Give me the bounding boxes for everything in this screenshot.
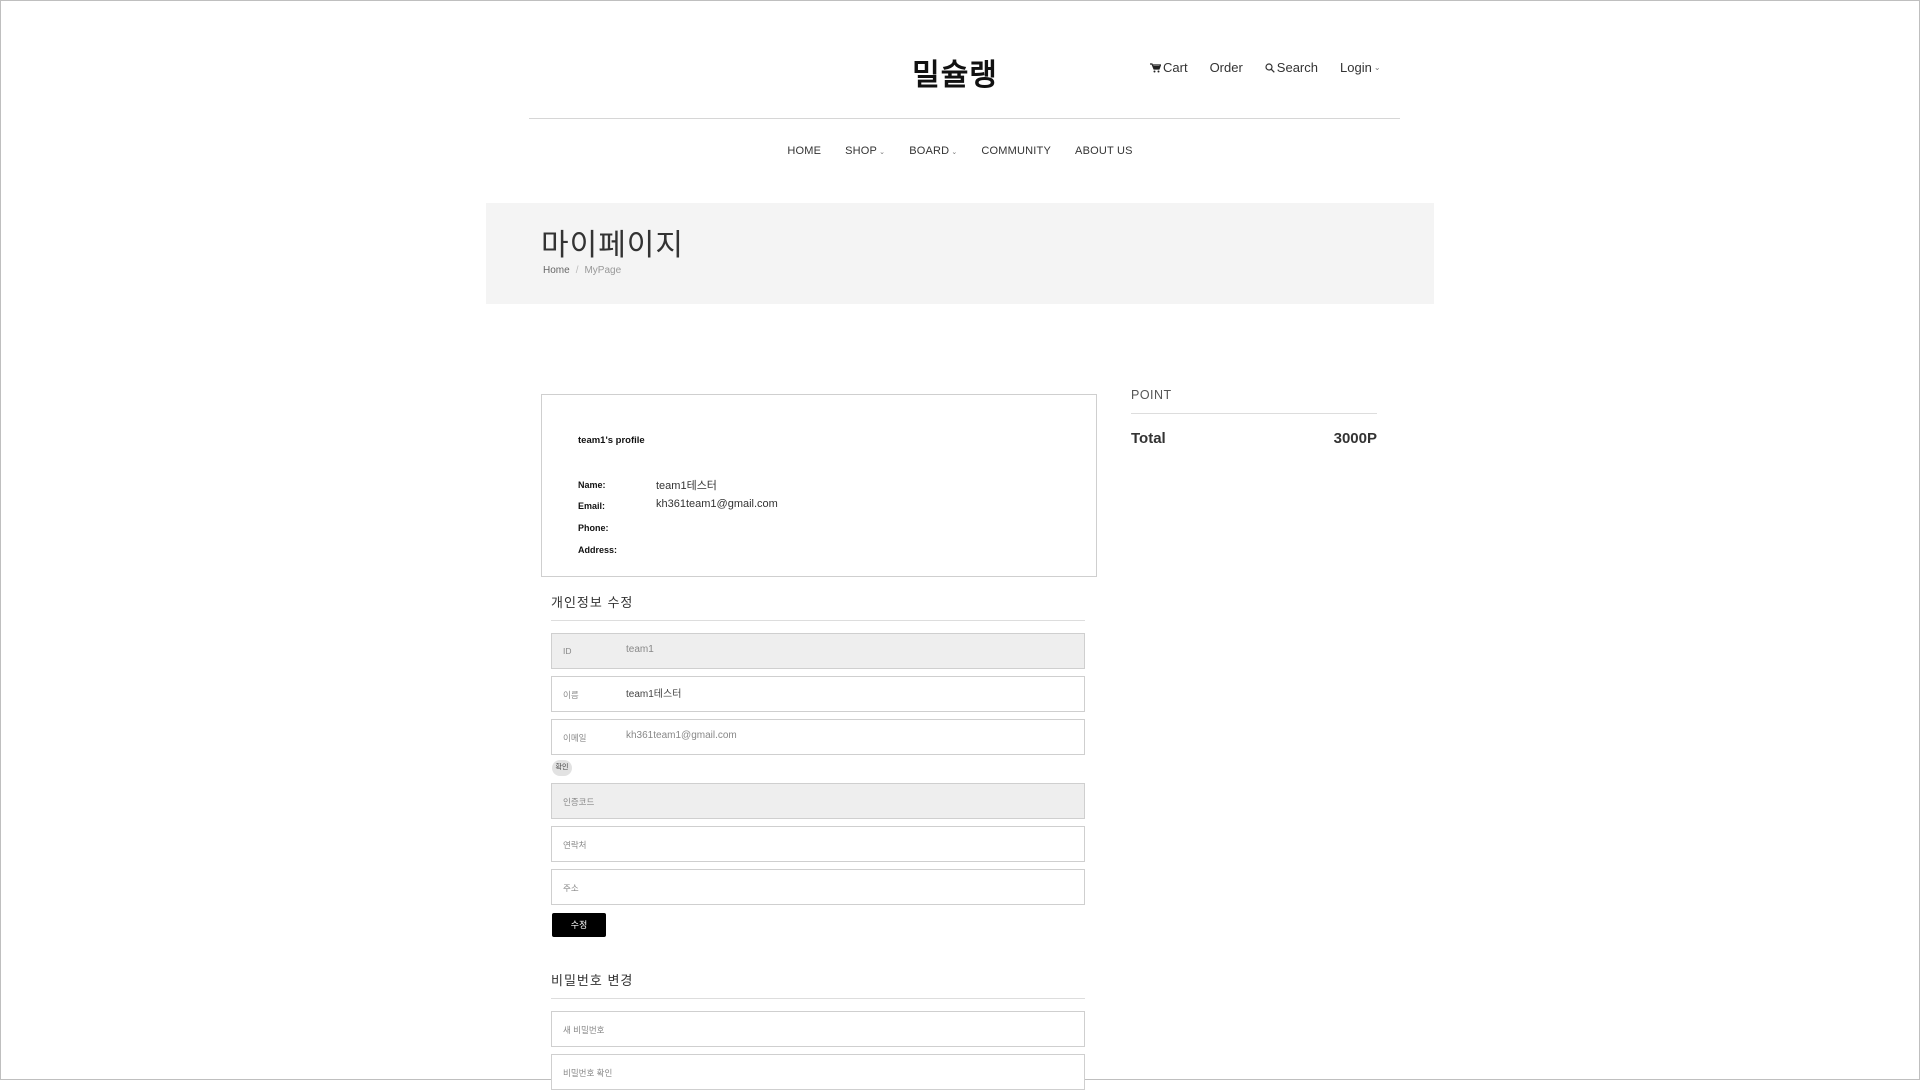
top-links: Cart Order Search Login ⌄ (1150, 60, 1381, 75)
nav-item-home[interactable]: HOME (787, 145, 821, 157)
chevron-down-icon: ⌄ (1373, 63, 1381, 72)
phone-field[interactable]: 연락처 (551, 826, 1085, 862)
point-total-label: Total (1131, 430, 1166, 447)
login-label: Login (1340, 60, 1372, 75)
main-nav: HOME SHOP ⌄ BOARD ⌄ COMMUNITY ABOUT US (0, 145, 1920, 157)
profile-address-label: Address: (578, 545, 618, 555)
email-field-label: 이메일 (563, 733, 587, 743)
chevron-down-icon: ⌄ (951, 149, 958, 156)
password-section-divider (551, 998, 1085, 999)
phone-field-label: 연락처 (563, 840, 587, 850)
page-title: 마이페이지 (541, 229, 684, 262)
cart-link[interactable]: Cart (1150, 60, 1188, 75)
cart-label: Cart (1163, 60, 1188, 75)
point-panel: POINT Total 3000P (1131, 388, 1377, 447)
email-input[interactable] (626, 730, 1066, 741)
verification-code-label: 인증코드 (563, 797, 595, 807)
password-section-title: 비밀번호 변경 (551, 973, 634, 988)
search-link[interactable]: Search (1265, 60, 1318, 75)
nav-item-shop-label: SHOP (845, 145, 878, 157)
site-logo[interactable]: 밀슐랭 (900, 50, 1010, 94)
page-banner: 마이페이지 Home / MyPage (486, 203, 1434, 304)
profile-name-value: team1테스터 (656, 480, 717, 492)
nav-item-board-label: BOARD (909, 145, 950, 157)
profile-card: team1's profile Name: team1테스터 Email: kh… (541, 394, 1097, 577)
new-password-label: 새 비밀번호 (563, 1025, 605, 1035)
profile-name-label: Name: (578, 480, 606, 490)
search-label: Search (1276, 60, 1318, 75)
profile-phone-label: Phone: (578, 523, 609, 533)
point-total-row: Total 3000P (1131, 430, 1377, 447)
nav-item-board[interactable]: BOARD ⌄ (909, 145, 957, 157)
nav-item-about[interactable]: ABOUT US (1075, 145, 1133, 157)
cart-icon (1150, 62, 1161, 73)
nav-item-shop[interactable]: SHOP ⌄ (845, 145, 885, 157)
breadcrumb: Home / MyPage (543, 265, 621, 276)
new-password-field[interactable]: 새 비밀번호 (551, 1011, 1085, 1047)
nav-item-community[interactable]: COMMUNITY (981, 145, 1051, 157)
breadcrumb-separator: / (575, 265, 579, 276)
address-field-label: 주소 (563, 883, 579, 893)
confirm-password-label: 비밀번호 확인 (563, 1068, 613, 1078)
login-dropdown[interactable]: Login ⌄ (1340, 60, 1381, 75)
id-input (626, 644, 1066, 655)
breadcrumb-current: MyPage (584, 265, 622, 276)
email-confirm-button[interactable]: 확인 (552, 760, 572, 776)
name-field[interactable]: 이름 (551, 676, 1085, 712)
profile-email-value: kh361team1@gmail.com (656, 498, 778, 510)
chevron-down-icon: ⌄ (879, 149, 886, 156)
profile-title: team1's profile (578, 435, 645, 446)
update-profile-button[interactable]: 수정 (552, 913, 606, 937)
header-divider (529, 118, 1400, 119)
edit-section-divider (551, 620, 1085, 621)
id-field: ID (551, 633, 1085, 669)
confirm-password-field[interactable]: 비밀번호 확인 (551, 1054, 1085, 1090)
point-total-value: 3000P (1333, 430, 1377, 447)
point-divider (1131, 413, 1377, 414)
point-title: POINT (1131, 388, 1172, 402)
edit-section-title: 개인정보 수정 (551, 595, 634, 610)
email-field[interactable]: 이메일 (551, 719, 1085, 755)
breadcrumb-home[interactable]: Home (543, 265, 570, 276)
verification-code-field[interactable]: 인증코드 (551, 783, 1085, 819)
order-link[interactable]: Order (1210, 60, 1243, 75)
address-field[interactable]: 주소 (551, 869, 1085, 905)
search-icon (1265, 62, 1275, 73)
name-field-label: 이름 (563, 690, 579, 700)
id-field-label: ID (563, 646, 572, 656)
name-input[interactable] (626, 687, 1066, 698)
profile-email-label: Email: (578, 501, 606, 511)
